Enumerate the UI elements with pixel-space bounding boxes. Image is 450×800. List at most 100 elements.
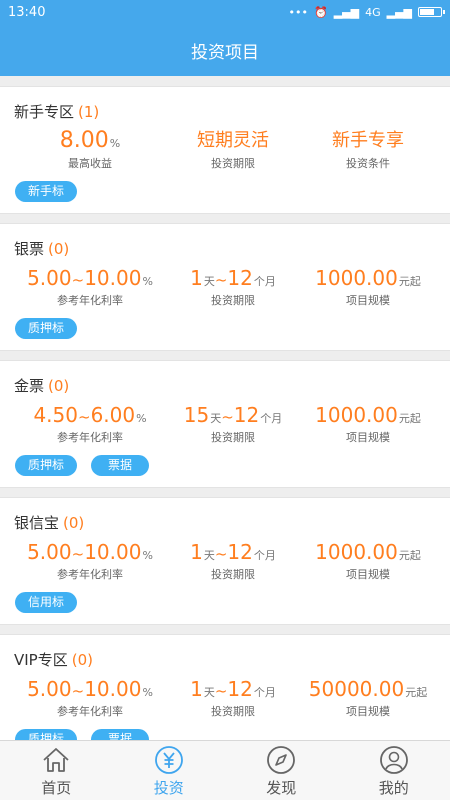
percent-unit: % (142, 686, 153, 699)
tag-newbie[interactable]: 新手标 (15, 181, 78, 202)
scale-label: 项目规模 (346, 568, 390, 581)
term-to-unit: 个月 (260, 412, 283, 425)
percent-unit: % (136, 412, 147, 425)
term-column: 15天~12个月 投资期限 (158, 401, 308, 445)
tag-pledge[interactable]: 质押标 (15, 455, 78, 476)
card-title-text: 金票 (14, 377, 45, 395)
scale-unit: 元起 (405, 686, 428, 699)
product-list[interactable]: 新手专区 (1) 8.00% 最高收益 短期灵活 投资期限 新手专享 投资条件 新… (0, 76, 450, 740)
tag-bill[interactable]: 票据 (91, 455, 150, 476)
app-header: 投资项目 (0, 24, 450, 76)
tab-mine-label: 我的 (378, 779, 409, 797)
tab-discover[interactable]: 发现 (225, 741, 338, 800)
rate-from: 5.00 (27, 266, 72, 290)
card-title: VIP专区 (0) (14, 649, 93, 670)
product-card-vip[interactable]: VIP专区 (0) 5.00~10.00% 参考年化利率 1天~12个月 投资期限… (0, 634, 450, 740)
compass-icon (267, 746, 296, 774)
tag-list: 新手标 (15, 181, 78, 202)
term-from: 1 (190, 677, 203, 701)
rate-column: 5.00~10.00% 参考年化利率 (15, 264, 165, 308)
card-count: (0) (48, 377, 70, 395)
tag-list: 质押标 票据 (15, 729, 150, 740)
scale-value: 1000.00 (315, 403, 398, 427)
rate-column: 4.50~6.00% 参考年化利率 (15, 401, 165, 445)
term-label: 投资期限 (211, 157, 255, 170)
scale-label: 项目规模 (346, 294, 390, 307)
product-card-silver-bill[interactable]: 银票 (0) 5.00~10.00% 参考年化利率 1天~12个月 投资期限 10… (0, 223, 450, 351)
tag-pledge[interactable]: 质押标 (15, 318, 78, 339)
network-type: 4G (365, 5, 381, 19)
home-icon (43, 748, 69, 772)
user-icon (379, 746, 408, 774)
term-from-unit: 天 (203, 549, 215, 562)
percent-unit: % (142, 549, 153, 562)
rate-from: 5.00 (27, 677, 72, 701)
card-count: (0) (48, 240, 70, 258)
max-yield-value: 8.00 (59, 128, 109, 153)
scale-column: 1000.00元起 项目规模 (293, 401, 443, 445)
term-from-unit: 天 (203, 686, 215, 699)
card-title: 银信宝 (0) (14, 512, 84, 533)
tag-pledge[interactable]: 质押标 (15, 729, 78, 740)
tab-mine[interactable]: 我的 (338, 741, 450, 800)
term-from-unit: 天 (210, 412, 222, 425)
card-count: (0) (71, 651, 93, 669)
rate-label: 参考年化利率 (57, 568, 123, 581)
tab-invest[interactable]: 投资 (113, 741, 226, 800)
term-column: 1天~12个月 投资期限 (158, 675, 308, 719)
card-title-text: 银信宝 (14, 514, 60, 532)
scale-value: 50000.00 (308, 677, 405, 701)
term-column: 短期灵活 投资期限 (158, 127, 308, 171)
rate-to: 10.00 (84, 266, 142, 290)
tag-credit[interactable]: 信用标 (15, 592, 78, 613)
max-yield-label: 最高收益 (68, 157, 112, 170)
rate-to: 10.00 (84, 677, 142, 701)
scale-unit: 元起 (398, 412, 421, 425)
rate-to: 6.00 (90, 403, 136, 427)
rate-to: 10.00 (84, 540, 142, 564)
range-separator: ~ (214, 682, 228, 700)
card-title: 金票 (0) (14, 375, 69, 396)
rate-label: 参考年化利率 (57, 431, 123, 444)
tag-list: 信用标 (15, 592, 78, 613)
signal-icon-2: ▂▄▆ (386, 5, 412, 19)
card-count: (1) (78, 103, 100, 121)
term-from-unit: 天 (203, 275, 215, 288)
card-title-text: 新手专区 (14, 103, 75, 121)
term-value: 短期灵活 (197, 130, 269, 151)
scale-value: 1000.00 (315, 266, 398, 290)
range-separator: ~ (214, 545, 228, 563)
tag-list: 质押标 (15, 318, 78, 339)
tab-home[interactable]: 首页 (0, 741, 113, 800)
scale-label: 项目规模 (346, 705, 390, 718)
term-label: 投资期限 (211, 705, 255, 718)
product-card-yinxinbao[interactable]: 银信宝 (0) 5.00~10.00% 参考年化利率 1天~12个月 投资期限 1… (0, 497, 450, 625)
term-from: 1 (190, 266, 203, 290)
rate-from: 4.50 (33, 403, 78, 427)
product-card-newbie[interactable]: 新手专区 (1) 8.00% 最高收益 短期灵活 投资期限 新手专享 投资条件 新… (0, 86, 450, 214)
term-to: 12 (233, 403, 260, 427)
tag-bill[interactable]: 票据 (91, 729, 150, 740)
signal-icon: ▂▄▆ (333, 5, 360, 19)
term-column: 1天~12个月 投资期限 (158, 538, 308, 582)
rate-column: 5.00~10.00% 参考年化利率 (15, 538, 165, 582)
card-title-text: 银票 (14, 240, 45, 258)
card-title: 新手专区 (1) (14, 101, 99, 122)
range-separator: ~ (71, 271, 85, 289)
tag-list: 质押标 票据 (15, 455, 150, 476)
scale-value: 1000.00 (315, 540, 398, 564)
range-separator: ~ (221, 408, 234, 426)
battery-icon (418, 7, 445, 17)
percent-unit: % (109, 137, 121, 150)
scale-column: 1000.00元起 项目规模 (293, 538, 443, 582)
alarm-icon: ⏰ (313, 5, 328, 19)
scale-label: 项目规模 (346, 431, 390, 444)
tab-invest-label: 投资 (153, 779, 184, 797)
condition-value: 新手专享 (332, 130, 404, 151)
rate-from: 5.00 (27, 540, 72, 564)
scale-unit: 元起 (398, 549, 421, 562)
more-dots-icon: ••• (288, 5, 308, 19)
product-card-gold-bill[interactable]: 金票 (0) 4.50~6.00% 参考年化利率 15天~12个月 投资期限 10… (0, 360, 450, 488)
scale-column: 50000.00元起 项目规模 (293, 675, 443, 719)
range-separator: ~ (71, 682, 85, 700)
